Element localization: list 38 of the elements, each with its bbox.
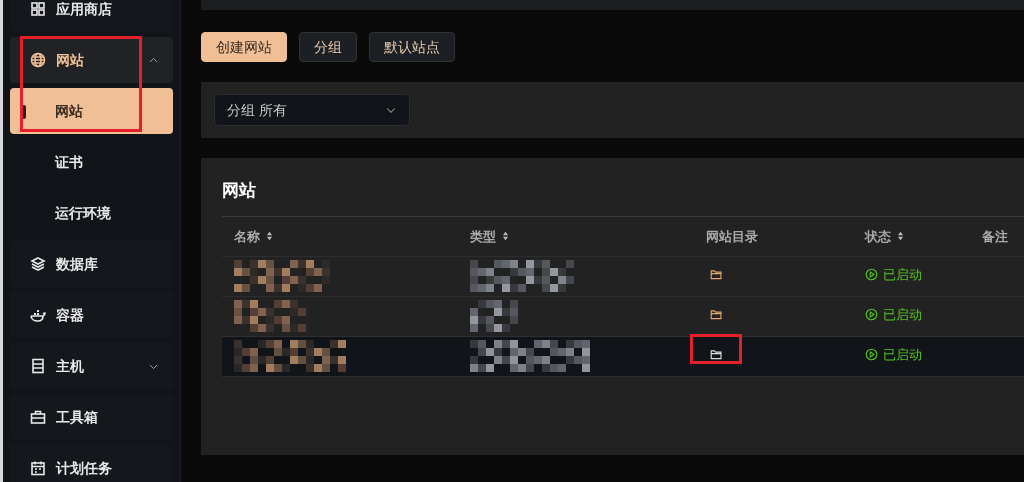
group-select[interactable]: 分组 所有: [214, 94, 410, 126]
submenu-item[interactable]: 证书: [10, 139, 173, 185]
status-label: 已启动: [865, 264, 922, 285]
sort-icon: [501, 230, 510, 243]
play-circle-icon: [865, 268, 878, 282]
highlight-frame: [690, 333, 742, 364]
grid-icon: [30, 1, 46, 17]
submenu-item[interactable]: 运行环境: [10, 190, 173, 236]
sort-icon: [265, 230, 274, 243]
toolbar-button[interactable]: 默认站点: [369, 32, 455, 62]
column-header[interactable]: 状态: [865, 226, 905, 246]
server-icon: [30, 358, 46, 374]
column-header[interactable]: 名称: [234, 226, 274, 246]
folder-icon: [710, 267, 723, 281]
pixelated-area: [234, 300, 306, 332]
status-label: 已启动: [865, 344, 922, 365]
status-label: 已启动: [865, 304, 922, 325]
calendar-icon: [30, 460, 46, 476]
sort-icon: [896, 230, 905, 243]
card-title: 网站: [222, 180, 257, 202]
toolbar-button[interactable]: 分组: [299, 32, 357, 62]
folder-icon: [710, 307, 723, 321]
toolbox-icon: [30, 409, 46, 425]
pixelated-area: [470, 300, 518, 332]
folder-button[interactable]: [710, 307, 723, 321]
folder-icon: [710, 347, 723, 361]
play-circle-icon: [865, 308, 878, 322]
submenu-item[interactable]: 网站: [10, 88, 173, 134]
layers-icon: [30, 256, 46, 272]
folder-button[interactable]: [710, 267, 723, 281]
column-header: 网站目录: [706, 227, 758, 246]
column-header: 备注: [982, 227, 1008, 246]
column-header[interactable]: 类型: [470, 226, 510, 246]
menu-item[interactable]: 网站: [10, 37, 173, 83]
folder-button[interactable]: [710, 347, 723, 361]
play-circle-icon: [865, 348, 878, 362]
toolbar-button[interactable]: 创建网站: [201, 32, 287, 62]
globe-icon: [30, 52, 46, 68]
